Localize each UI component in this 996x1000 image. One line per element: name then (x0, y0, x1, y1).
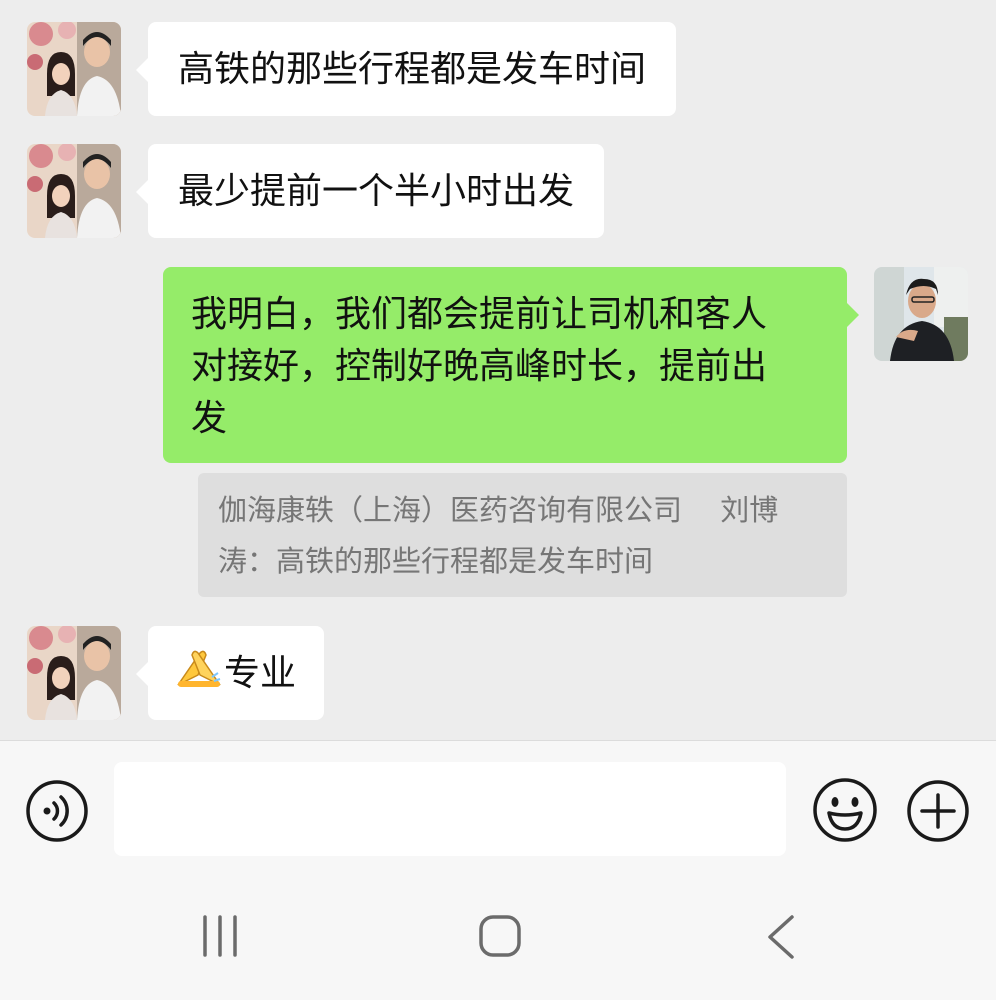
quoted-reply[interactable]: 伽海康轶（上海）医药咨询有限公司 刘博 涛：高铁的那些行程都是发车时间 (198, 473, 847, 597)
message-input[interactable] (114, 762, 786, 856)
message-text: 最少提前一个半小时出发 (178, 171, 575, 212)
plus-circle-icon[interactable] (906, 779, 970, 843)
message-text-line: 我明白，我们都会提前让司机和客人 (191, 294, 768, 335)
message-bubble[interactable]: 专业 (135, 626, 325, 720)
contact-avatar[interactable] (27, 144, 121, 238)
message-text: 专业 (224, 653, 297, 694)
system-nav-bar (0, 875, 996, 1000)
message-bubble[interactable]: 高铁的那些行程都是发车时间 (135, 22, 677, 116)
input-bar (0, 740, 996, 875)
folded-hands-emoji-icon (176, 649, 222, 704)
recent-apps-icon[interactable] (160, 875, 280, 1000)
home-icon[interactable] (440, 875, 560, 1000)
quote-text-line: 伽海康轶（上海）医药咨询有限公司 刘博 (218, 493, 779, 527)
voice-icon[interactable] (25, 779, 89, 843)
message-bubble[interactable]: 最少提前一个半小时出发 (135, 144, 605, 238)
chat-area: 高铁的那些行程都是发车时间 最少提前一个半小时出发 我明白，我们都会提前让司机和… (0, 0, 996, 740)
message-text-line: 对接好，控制好晚高峰时长，提前出 (191, 346, 768, 387)
message-bubble-outgoing[interactable]: 我明白，我们都会提前让司机和客人 对接好，控制好晚高峰时长，提前出 发 (163, 267, 859, 463)
contact-avatar[interactable] (27, 626, 121, 720)
message-text: 高铁的那些行程都是发车时间 (178, 49, 647, 90)
back-icon[interactable] (720, 875, 840, 1000)
quote-text-line: 涛：高铁的那些行程都是发车时间 (218, 544, 654, 578)
my-avatar[interactable] (874, 267, 968, 361)
message-text-line: 发 (191, 398, 228, 439)
emoji-smile-icon[interactable] (812, 777, 878, 843)
contact-avatar[interactable] (27, 22, 121, 116)
